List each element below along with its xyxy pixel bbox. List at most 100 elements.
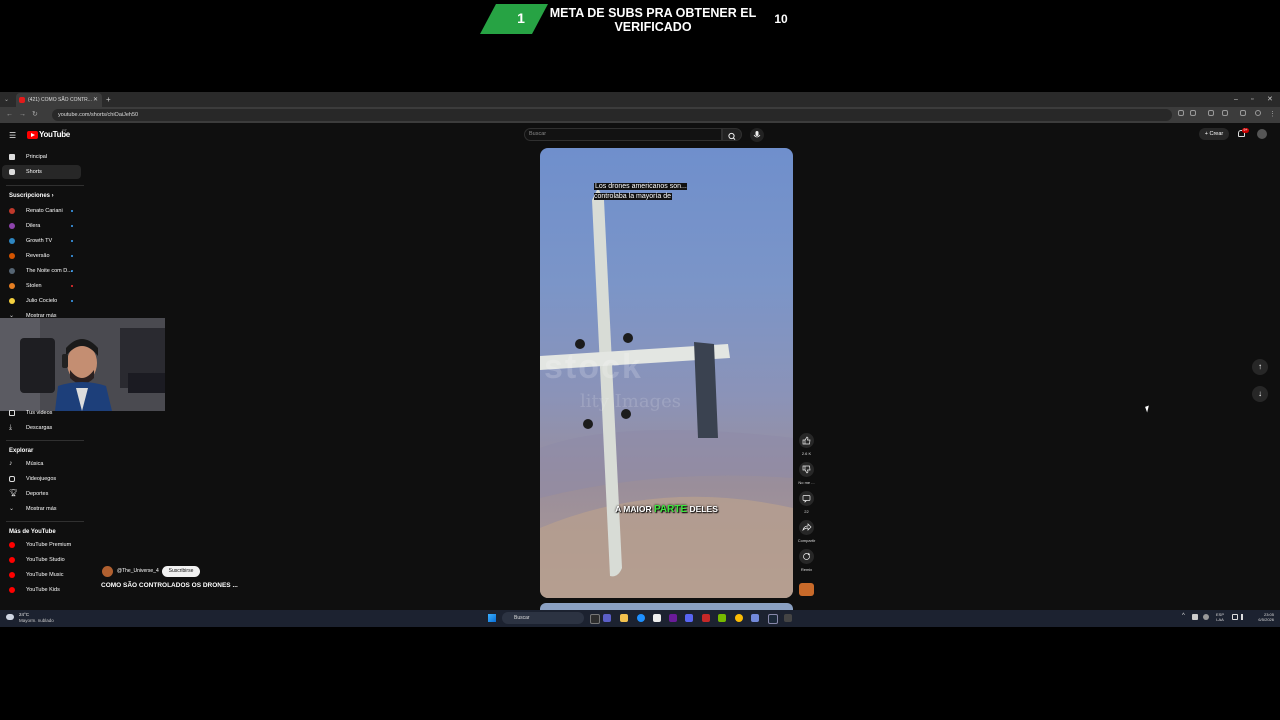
arrow-up-icon: ↑: [1258, 362, 1262, 371]
cast-icon[interactable]: [1178, 110, 1184, 116]
tray-chevron-icon[interactable]: ^: [1182, 613, 1185, 619]
search-input[interactable]: Buscar: [524, 128, 722, 141]
sidebar-item-label: Dilera: [26, 223, 41, 229]
sidebar-item-subscription[interactable]: The Noite com D...: [0, 264, 84, 278]
sidebar-item-subscription[interactable]: Renato Cariani: [0, 204, 84, 218]
sidebar-item-yt-premium[interactable]: YouTube Premium: [0, 538, 84, 552]
tray-icon[interactable]: [1203, 614, 1209, 620]
sidebar-item-music[interactable]: ♪ Música: [0, 457, 84, 471]
task-view-icon[interactable]: [590, 614, 600, 624]
sidebar-item-subscription[interactable]: Julio Cocielo: [0, 294, 84, 308]
download-icon[interactable]: [1240, 110, 1246, 116]
network-icon[interactable]: [1232, 614, 1238, 620]
bookmark-star-icon[interactable]: [1190, 110, 1196, 116]
chrome-icon[interactable]: [735, 614, 743, 622]
extension-icon[interactable]: [1208, 110, 1214, 116]
channel-avatar[interactable]: [102, 566, 113, 577]
clock[interactable]: 23:05 6/5/2026: [1252, 612, 1274, 622]
tray-icon[interactable]: [1192, 614, 1198, 620]
sidebar-item-sports[interactable]: 🏆︎ Deportes: [0, 487, 84, 501]
reload-icon[interactable]: ↻: [32, 109, 38, 121]
new-content-dot: [71, 270, 73, 272]
back-icon[interactable]: ←: [6, 109, 13, 121]
video-subtitle-text: Los drones americanos son... controlaba …: [594, 183, 687, 200]
edge-icon[interactable]: [637, 614, 645, 622]
sidebar-item-home[interactable]: Principal: [0, 150, 84, 164]
sidebar-item-your-videos[interactable]: Tus videos: [0, 406, 84, 420]
file-explorer-icon[interactable]: [620, 614, 628, 622]
next-short-preview[interactable]: [540, 603, 793, 610]
discord-icon[interactable]: [685, 614, 693, 622]
address-bar[interactable]: youtube.com/shorts/chiOaiJeh50: [52, 109, 1172, 121]
create-button[interactable]: + Crear: [1199, 128, 1229, 140]
remix-button[interactable]: [799, 549, 814, 564]
sidebar-item-label: YouTube Kids: [26, 587, 60, 593]
comment-icon: [802, 495, 811, 503]
app-icon[interactable]: [784, 614, 792, 622]
shorts-icon: [9, 169, 15, 175]
weather-description[interactable]: Mayorm. nublado: [19, 618, 54, 623]
sidebar-item-subscription[interactable]: Reversão: [0, 249, 84, 263]
search-button[interactable]: [722, 128, 742, 141]
sidebar-show-more-explore[interactable]: ⌄ Mostrar más: [0, 502, 84, 516]
windows-start-icon[interactable]: [488, 614, 496, 622]
live-dot: [71, 285, 73, 287]
subscribe-button[interactable]: Suscribirse: [162, 566, 200, 577]
sidebar-item-gaming[interactable]: Videojuegos: [0, 472, 84, 486]
taskbar-search[interactable]: Buscar: [502, 612, 584, 624]
account-avatar[interactable]: [1257, 129, 1267, 139]
subscriptions-heading[interactable]: Suscripciones ›: [9, 193, 54, 199]
app-icon[interactable]: [669, 614, 677, 622]
cloud-icon[interactable]: [6, 614, 14, 620]
browser-tab[interactable]: (421) COMO SÃO CONTR...: [16, 93, 102, 107]
forward-icon[interactable]: →: [19, 109, 26, 121]
app-icon[interactable]: [702, 614, 710, 622]
keyboard-language[interactable]: ESP LAA: [1216, 612, 1224, 622]
sidepanel-icon[interactable]: [1222, 110, 1228, 116]
teams-icon[interactable]: [603, 614, 611, 622]
maximize-icon[interactable]: ▫: [1251, 93, 1253, 106]
youtube-favicon-icon: [19, 97, 25, 103]
home-icon: [9, 154, 15, 160]
previous-short-button[interactable]: ↑: [1252, 359, 1268, 375]
sidebar-item-yt-kids[interactable]: YouTube Kids: [0, 583, 84, 597]
sidebar-item-yt-music[interactable]: YouTube Music: [0, 568, 84, 582]
sidebar-item-subscription[interactable]: Dilera: [0, 219, 84, 233]
sidebar-item-subscription[interactable]: Growth TV: [0, 234, 84, 248]
close-tab-icon[interactable]: ✕: [93, 93, 98, 107]
window-close-icon[interactable]: ✕: [1267, 93, 1273, 106]
tab-search-icon[interactable]: ⌄: [4, 94, 9, 106]
dislike-button[interactable]: [799, 462, 814, 477]
video-subtitle: Los drones americanos son... controlaba …: [594, 182, 709, 202]
app-icon[interactable]: [751, 614, 759, 622]
channel-name[interactable]: @The_Universe_4: [117, 568, 159, 574]
profile-icon[interactable]: [1255, 110, 1261, 116]
volume-icon[interactable]: [1241, 614, 1247, 620]
weather-temperature[interactable]: 24°C: [19, 612, 29, 617]
voice-search-button[interactable]: [750, 128, 764, 142]
share-button[interactable]: [799, 520, 814, 535]
nvidia-icon[interactable]: [718, 614, 726, 622]
menu-icon[interactable]: ☰: [9, 131, 16, 140]
sidebar-item-shorts[interactable]: Shorts: [0, 165, 84, 179]
youtube-studio-icon: [9, 557, 15, 563]
short-video-player[interactable]: stock lity Images Los drones americanos …: [540, 148, 793, 598]
comments-button[interactable]: [799, 491, 814, 506]
browser-menu-icon[interactable]: ⋮: [1269, 109, 1276, 121]
like-button[interactable]: [799, 433, 814, 448]
next-short-button[interactable]: ↓: [1252, 386, 1268, 402]
video-caption: A MAIOR PARTE DELES: [540, 504, 793, 515]
short-title[interactable]: COMO SÃO CONTROLADOS OS DRONES ...: [101, 582, 238, 589]
sidebar-item-label: Stolen: [26, 283, 42, 289]
thumbs-up-icon: [802, 436, 811, 445]
store-icon[interactable]: [653, 614, 661, 622]
sound-avatar[interactable]: [799, 583, 814, 596]
like-count: 2.6 K: [801, 451, 812, 456]
sidebar-item-downloads[interactable]: ⤓ Descargas: [0, 421, 84, 435]
new-tab-icon[interactable]: +: [106, 93, 111, 106]
sidebar-item-yt-studio[interactable]: YouTube Studio: [0, 553, 84, 567]
sidebar-item-label: Videojuegos: [26, 476, 57, 482]
sidebar-item-subscription[interactable]: Stolen: [0, 279, 84, 293]
minimize-icon[interactable]: –: [1234, 93, 1238, 106]
steam-icon[interactable]: [768, 614, 778, 624]
